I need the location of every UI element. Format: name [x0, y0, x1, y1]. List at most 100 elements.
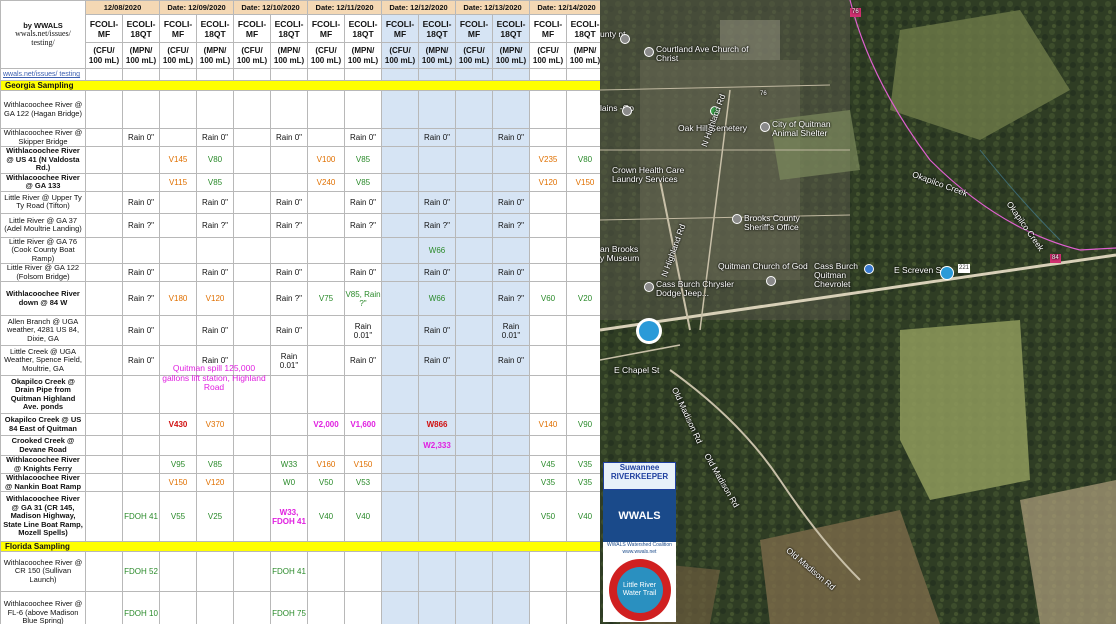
data-cell: W866	[418, 413, 457, 436]
data-cell: FDOH 41	[270, 551, 309, 592]
data-cell	[566, 551, 600, 592]
data-cell	[566, 236, 600, 264]
dodge-pin[interactable]	[644, 282, 654, 292]
data-cell	[418, 551, 457, 592]
dealer-pin[interactable]	[864, 264, 874, 274]
column-header: ECOLI-18QT	[344, 14, 383, 43]
map-pin[interactable]	[620, 34, 630, 44]
data-cell	[529, 190, 568, 214]
data-cell	[159, 551, 198, 592]
data-cell	[566, 315, 600, 346]
data-cell	[381, 90, 420, 129]
spreadsheet: by WWALS wwals.net/issues/ testing/12/08/…	[0, 0, 600, 624]
church-god-pin[interactable]	[766, 276, 776, 286]
data-cell	[307, 551, 346, 592]
data-cell	[307, 212, 346, 238]
data-cell	[233, 551, 272, 592]
data-cell	[121, 435, 161, 456]
unit-header: (MPN/ 100 mL)	[196, 42, 235, 69]
map-label-museum: an Brooks y Museum	[600, 244, 640, 263]
unit-header: (CFU/ 100 mL)	[529, 42, 568, 69]
data-cell: W66	[418, 236, 457, 264]
table-row: Little River @ Upper Ty Ty Road (Tifton)…	[0, 190, 600, 214]
data-cell: Rain ?"	[270, 281, 309, 316]
data-cell: Rain 0"	[418, 128, 457, 147]
data-cell	[159, 263, 198, 282]
sampling-site-marker-2[interactable]	[940, 266, 954, 280]
data-cell	[529, 90, 568, 129]
data-cell: V35	[566, 473, 600, 492]
map-label-church-god: Quitman Church of God	[718, 261, 808, 271]
data-cell: V2,000	[307, 413, 346, 436]
empty-cell	[159, 68, 198, 81]
data-cell	[85, 345, 123, 376]
table-row: Withlacoochee River @ Knights Ferry V95 V8…	[0, 455, 600, 474]
data-cell	[159, 212, 198, 238]
data-cell: W33	[270, 455, 309, 474]
data-cell: Rain 0"	[344, 190, 383, 214]
column-header: ECOLI-18QT	[492, 14, 531, 43]
table-row: Withlacoochee River @ Skipper Bridge Rain…	[0, 128, 600, 147]
data-cell: Rain 0"	[418, 263, 457, 282]
data-cell: V120	[196, 281, 235, 316]
data-cell	[381, 413, 420, 436]
empty-cell	[196, 68, 235, 81]
data-cell	[233, 128, 272, 147]
data-cell	[121, 375, 161, 414]
shelter-pin[interactable]	[760, 122, 770, 132]
unit-header: (MPN/ 100 mL)	[492, 42, 531, 69]
store-pin[interactable]	[622, 106, 632, 116]
map-label-chapel: E Chapel St	[614, 365, 660, 375]
sheriff-pin[interactable]	[732, 214, 742, 224]
data-cell: V75	[307, 281, 346, 316]
data-cell	[455, 491, 494, 542]
testing-link[interactable]: wwals.net/issues/ testing	[0, 68, 86, 81]
section-title: Florida Sampling	[0, 541, 600, 552]
data-cell: Rain 0"	[344, 263, 383, 282]
data-cell	[121, 90, 161, 129]
unit-header: (MPN/ 100 mL)	[270, 42, 309, 69]
site-name: Crooked Creek @ Devane Road	[0, 435, 86, 456]
data-cell	[418, 172, 457, 192]
site-name: Withlacoochee River @ GA 122 (Hagan Brid…	[0, 90, 86, 129]
empty-cell	[381, 68, 420, 81]
section-row: Florida Sampling	[0, 541, 600, 552]
data-cell	[529, 551, 568, 592]
data-cell: W2,333	[418, 435, 457, 456]
data-cell	[566, 375, 600, 414]
unit-header: (CFU/ 100 mL)	[85, 42, 123, 69]
data-cell: V35	[529, 473, 568, 492]
data-cell: V55	[159, 491, 198, 542]
data-cell	[455, 375, 494, 414]
data-cell	[85, 263, 123, 282]
sampling-site-marker[interactable]	[636, 318, 662, 344]
data-cell	[381, 212, 420, 238]
table-row: Okapilco Creek @ US 84 East of Quitman V4…	[0, 413, 600, 436]
data-cell	[233, 473, 272, 492]
data-cell	[121, 473, 161, 492]
data-cell: V85	[344, 172, 383, 192]
data-cell	[121, 455, 161, 474]
data-cell: V370	[196, 413, 235, 436]
data-cell	[566, 128, 600, 147]
data-cell: W33, FDOH 41	[270, 491, 309, 542]
data-cell	[381, 263, 420, 282]
data-cell	[529, 315, 568, 346]
data-cell	[85, 172, 123, 192]
map-label-shelter: City of Quitman Animal Shelter	[772, 119, 831, 138]
data-cell	[270, 236, 309, 264]
empty-cell	[418, 68, 457, 81]
data-cell	[566, 90, 600, 129]
data-cell: Rain 0"	[196, 128, 235, 147]
satellite-map[interactable]: unty nt Courtland Ave Church of Christ l…	[600, 0, 1116, 624]
data-cell	[381, 591, 420, 624]
data-cell: Rain ?"	[492, 281, 531, 316]
coalition-text: WWALS Watershed Coalition www.wwals.net	[607, 542, 672, 555]
church-pin[interactable]	[644, 47, 654, 57]
table-row: Withlacoochee River @ GA 31 (CR 145, Mad…	[0, 491, 600, 542]
data-cell	[85, 315, 123, 346]
data-cell	[455, 345, 494, 376]
data-cell: V20	[566, 281, 600, 316]
empty-cell	[85, 68, 123, 81]
data-cell	[233, 90, 272, 129]
